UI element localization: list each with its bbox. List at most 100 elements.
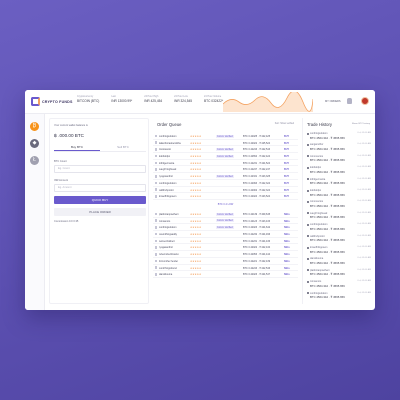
order-row[interactable]: lothtigermanta ★★★★★ BTC 0.42231 · ₹ 424,5… [153,160,298,167]
bell-icon[interactable] [347,98,352,104]
order-queue-filter[interactable]: Sort: Show verified [275,123,294,125]
row-checkbox[interactable] [154,174,158,178]
order-action-button[interactable]: BUY [284,175,289,178]
row-checkbox[interactable] [154,246,158,249]
order-action-button[interactable]: BUY [284,162,289,165]
order-action-button[interactable]: SELL [284,213,290,216]
row-checkbox[interactable] [154,161,158,165]
trade-amount: BTC 4564.342 · ₹ 4565.656 [310,169,345,174]
row-checkbox[interactable] [154,168,158,171]
order-row[interactable]: kmaofhlingosem ★★★★★ BTC 0.42024 · ₹ 423,5… [153,193,298,200]
order-row[interactable]: conthingsoldoon ★★★★★ Comm Verified BTC 0.4… [153,133,298,140]
trade-item: kdobdolpo 6 d, 05:00 AM BTC 4564.342 · ₹ 4… [307,189,371,200]
order-row[interactable]: oddthvbprolot ★★★★★ BTC 0.42002 · ₹ 422,32… [153,187,298,194]
order-action-button[interactable]: SELL [284,233,290,236]
row-checkbox[interactable] [154,266,158,269]
ethereum-icon[interactable]: ◆ [30,139,39,148]
order-row[interactable]: contrthingsfound ★★★★★ BTC 0.42243 · ₹ 422… [153,265,298,272]
brand-logo[interactable]: CRYPTO FUNDS [31,97,73,106]
place-order-button[interactable]: PLACE ORDER [54,208,146,216]
row-checkbox[interactable] [154,239,158,243]
stat-label: Cryptocurrency [77,95,94,98]
tab-sell[interactable]: Sell BTC [100,143,146,151]
order-action-button[interactable]: BUY [284,189,289,192]
order-row[interactable]: minoanoto ★★★★★ Comm Verified BTC 0.42123 ·… [153,218,298,225]
row-checkbox[interactable] [154,212,158,216]
row-checkbox[interactable] [154,148,158,151]
row-checkbox[interactable] [154,226,158,229]
order-row[interactable]: lakanthoradoerdothe ★★★★★ BTC 0.42022 · ₹ … [153,140,298,147]
trade-tabs: Buy BTC Sell BTC [54,143,146,152]
trade-amount: BTC 4564.342 · ₹ 4565.656 [310,249,345,254]
order-action-button[interactable]: SELL [284,220,290,223]
row-checkbox[interactable] [154,252,158,256]
order-action-button[interactable]: BUY [284,135,289,138]
trade-amount: BTC 4564.342 · ₹ 4565.656 [310,226,345,231]
order-action-button[interactable]: BUY [284,182,289,185]
row-checkbox[interactable] [154,154,158,158]
order-action-button[interactable]: BUY [284,195,289,198]
trade-user: minonsurtos [310,200,324,204]
order-row[interactable]: dandolouma ★★★★★ BTC 0.42023 · ₹ 424,547 SE… [153,271,298,278]
buy-orders-list: conthingsoldoon ★★★★★ Comm Verified BTC 0.4… [153,133,298,200]
order-row[interactable]: kdobdolpo ★★★★★ Comm Verified BTC 0.42654 ·… [153,153,298,160]
row-checkbox[interactable] [154,272,158,276]
trade-history-filter[interactable]: Show: BTC history [352,123,370,125]
order-action-button[interactable]: BUY [284,155,289,158]
order-action-button[interactable]: SELL [284,273,290,276]
quick-buy-button[interactable]: QUICK BUY [54,196,146,204]
order-action-button[interactable]: SELL [284,246,290,249]
order-user: rubernoberbmanto [159,253,179,257]
trade-time: 6 d, 05:00 AM [357,246,372,248]
order-action-button[interactable]: BUY [284,168,289,171]
order-row[interactable]: rinotoanoto ★★★★★ Comm Verified BTC 0.42243… [153,146,298,154]
row-checkbox[interactable] [154,219,158,223]
btc-count-field[interactable]: Eg. Count [54,165,146,173]
my-orders-link[interactable]: MY ORDERS [325,100,341,103]
order-user: ryogasanthol [159,246,173,250]
order-row[interactable]: ryogasanthol ★★★★★ BTC 0.42022 · ₹ 422,434… [153,244,298,252]
order-row[interactable]: Laugh'ringbread ★★★★★ BTC 0.42247 · ₹ 422,… [153,166,298,174]
row-checkbox[interactable] [154,194,158,198]
order-row[interactable]: platfontanpoelhern ★★★★★ Comm Verified BTC … [153,211,298,218]
order-action-button[interactable]: SELL [284,267,290,270]
row-checkbox[interactable] [154,181,158,185]
tab-buy[interactable]: Buy BTC [54,143,100,151]
row-checkbox[interactable] [154,134,158,138]
litecoin-icon[interactable]: Ł [30,156,39,165]
rating-stars: ★★★★★ [190,266,202,270]
row-checkbox[interactable] [154,259,158,263]
user-dot-icon [307,200,309,203]
order-action-button[interactable]: SELL [284,260,290,263]
order-action-button[interactable]: SELL [284,226,290,229]
trade-item: conthingsoldoon 6 d, 05:00 AM BTC 4564.342… [307,132,371,143]
trade-time: 6 d, 05:00 AM [357,211,372,214]
order-row[interactable]: formonther fender ★★★★★ BTC 0.42221 · ₹ 42… [153,258,298,265]
trade-user: minoanoto [310,280,322,284]
order-action-button[interactable]: SELL [284,240,290,243]
order-row[interactable]: ryogosanthol ★★★★★ Comm Verified BTC 0.4233… [153,173,298,180]
row-checkbox[interactable] [154,141,158,145]
order-queue-title: Order Queue [157,122,182,127]
inr-amount-field[interactable]: Eg. Amount [54,184,146,192]
order-user: platfontanpoelhern [159,213,179,216]
verified-badge: Comm Verified [216,174,234,178]
row-checkbox[interactable] [154,232,158,236]
order-action-button[interactable]: BUY [284,148,289,151]
verified-badge: Comm Verified [216,219,234,223]
bitcoin-icon[interactable]: ₿ [30,122,39,131]
order-row[interactable]: conthingsoldoon ★★★★★ Comm Verified BTC 0.4… [153,224,298,232]
avatar[interactable] [361,97,369,105]
user-dot-icon [307,132,309,135]
trade-amount: BTC 4564.342 · ₹ 4565.656 [310,295,345,300]
trade-item: conthingsoldoon 6 d, 05:00 AM BTC 4564.342… [307,292,371,303]
stat-label: 24 Hour Low [174,95,188,98]
order-row[interactable]: rubernoberbmanto ★★★★★ BTC 0.42053 · ₹ 424… [153,251,298,258]
order-row[interactable]: womenhokbert ★★★★★ BTC 0.42231 · ₹ 424,436… [153,238,298,245]
row-checkbox[interactable] [154,188,158,191]
order-action-button[interactable]: SELL [284,253,290,256]
order-row[interactable]: oneinithingsaddy ★★★★★ BTC 0.42232 · ₹ 424… [153,231,298,238]
trade-form-panel: Your current wallet balance is ฿ .000.00… [49,118,149,304]
order-action-button[interactable]: BUY [284,142,289,145]
order-row[interactable]: conthingsoldoon ★★★★★ BTC 0.42093 · ₹ 422,… [153,180,298,187]
